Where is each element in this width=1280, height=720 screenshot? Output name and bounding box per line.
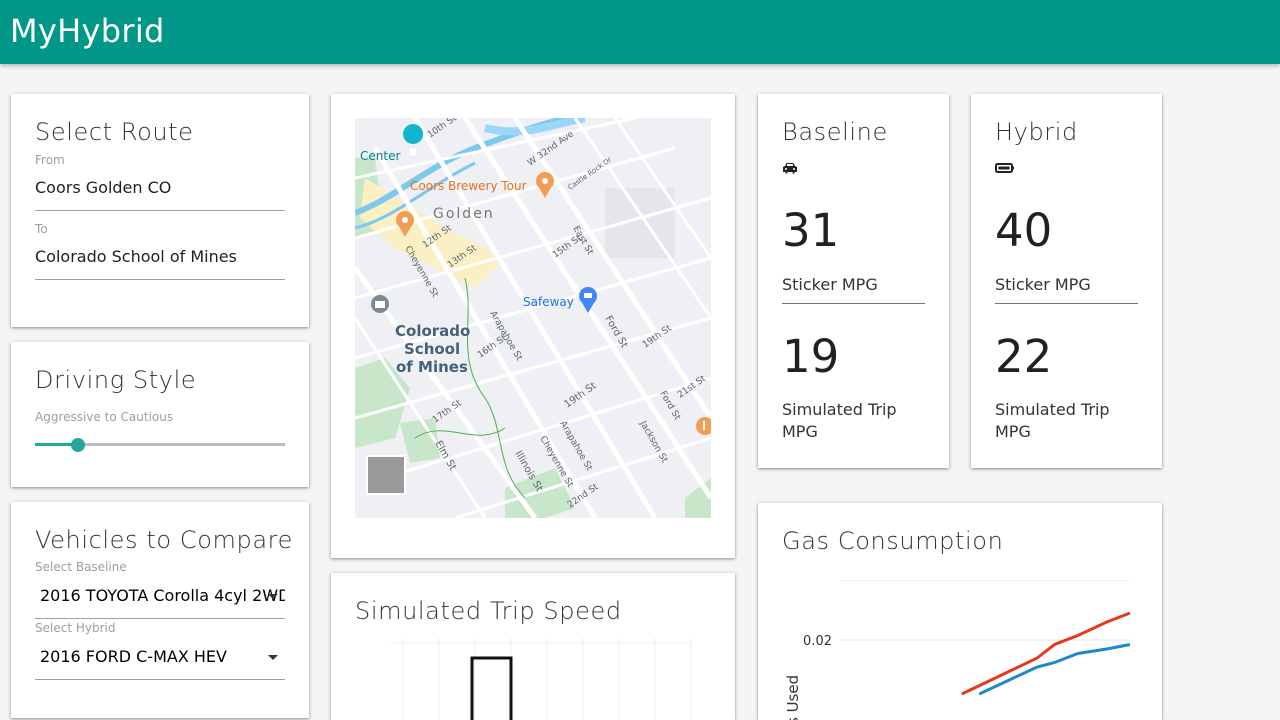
hybrid-select[interactable]: 2016 FORD C-MAX HEV bbox=[40, 647, 285, 666]
gas-consumption-title: Gas Consumption bbox=[782, 527, 1004, 555]
hybrid-select-label: Select Hybrid bbox=[35, 621, 116, 635]
y-tick-label: 0.02 bbox=[803, 634, 832, 649]
svg-text:of Mines: of Mines bbox=[396, 358, 468, 376]
baseline-sticker-mpg: 31 bbox=[782, 204, 840, 257]
satellite-toggle[interactable] bbox=[368, 457, 404, 493]
to-input[interactable]: Colorado School of Mines bbox=[35, 247, 237, 266]
baseline-sticker-label: Sticker MPG bbox=[782, 275, 878, 294]
svg-text:School: School bbox=[404, 340, 460, 358]
trip-speed-chart bbox=[391, 638, 692, 720]
svg-text:Center: Center bbox=[360, 149, 400, 163]
baseline-trip-mpg: 19 bbox=[782, 330, 840, 383]
from-input[interactable]: Coors Golden CO bbox=[35, 178, 171, 197]
to-label: To bbox=[35, 222, 48, 236]
slider-thumb[interactable] bbox=[70, 437, 85, 452]
driving-style-title: Driving Style bbox=[35, 366, 197, 394]
hybrid-series-line bbox=[978, 643, 1131, 696]
battery-icon bbox=[995, 163, 1014, 173]
svg-text:Coors Brewery Tour: Coors Brewery Tour bbox=[410, 179, 527, 193]
baseline-trip-label: Simulated Trip MPG bbox=[782, 400, 897, 441]
gas-consumption-chart: 0.02 s Used bbox=[784, 580, 1131, 720]
from-input-underline bbox=[35, 210, 285, 211]
hybrid-trip-mpg: 22 bbox=[995, 330, 1053, 383]
y-axis-label: s Used bbox=[784, 675, 802, 720]
slider-label: Aggressive to Cautious bbox=[35, 410, 174, 424]
map-canvas[interactable]: 10th St W 32nd Ave Castle Rock Dr 12th S… bbox=[355, 118, 711, 518]
museum-pin-icon[interactable] bbox=[371, 295, 389, 313]
baseline-card: Baseline 31 Sticker MPG 19 Simulated Tri… bbox=[758, 94, 949, 468]
baseline-divider bbox=[782, 303, 925, 304]
hybrid-sticker-mpg: 40 bbox=[995, 204, 1053, 257]
trip-speed-title: Simulated Trip Speed bbox=[355, 597, 622, 625]
driving-style-card: Driving Style Aggressive to Cautious bbox=[11, 342, 309, 487]
app-title: MyHybrid bbox=[10, 12, 165, 50]
baseline-series-line bbox=[961, 611, 1131, 696]
speed-series-line bbox=[470, 656, 513, 720]
svg-text:Safeway: Safeway bbox=[523, 295, 574, 309]
to-input-underline bbox=[35, 279, 285, 280]
from-label: From bbox=[35, 153, 65, 167]
route-map[interactable]: 10th St W 32nd Ave Castle Rock Dr 12th S… bbox=[355, 118, 711, 518]
vehicles-title: Vehicles to Compare bbox=[35, 526, 293, 554]
baseline-select-underline bbox=[35, 618, 285, 619]
hybrid-title: Hybrid bbox=[995, 118, 1078, 146]
hybrid-sticker-label: Sticker MPG bbox=[995, 275, 1091, 294]
vehicles-card: Vehicles to Compare Select Baseline 2016… bbox=[11, 502, 309, 718]
hybrid-divider bbox=[995, 303, 1138, 304]
chevron-down-icon[interactable] bbox=[268, 655, 278, 660]
select-route-title: Select Route bbox=[35, 118, 194, 146]
baseline-title: Baseline bbox=[782, 118, 888, 146]
hybrid-select-underline bbox=[35, 679, 285, 680]
driving-style-slider[interactable] bbox=[35, 437, 285, 452]
baseline-select[interactable]: 2016 TOYOTA Corolla 4cyl 2WD bbox=[40, 586, 285, 605]
trip-speed-card: Simulated Trip Speed bbox=[331, 573, 735, 720]
chevron-down-icon[interactable] bbox=[268, 594, 278, 599]
hybrid-trip-label: Simulated Trip MPG bbox=[995, 400, 1110, 441]
baseline-select-label: Select Baseline bbox=[35, 560, 127, 574]
svg-text:Golden: Golden bbox=[433, 206, 495, 222]
select-route-card: Select Route From Coors Golden CO To Col… bbox=[11, 94, 309, 327]
hybrid-card: Hybrid 40 Sticker MPG 22 Simulated Trip … bbox=[971, 94, 1162, 468]
app-bar: MyHybrid bbox=[0, 0, 1280, 64]
gas-consumption-card: Gas Consumption 0.02 s Used bbox=[758, 503, 1162, 720]
car-icon bbox=[783, 163, 797, 174]
svg-text:Colorado: Colorado bbox=[395, 322, 470, 340]
